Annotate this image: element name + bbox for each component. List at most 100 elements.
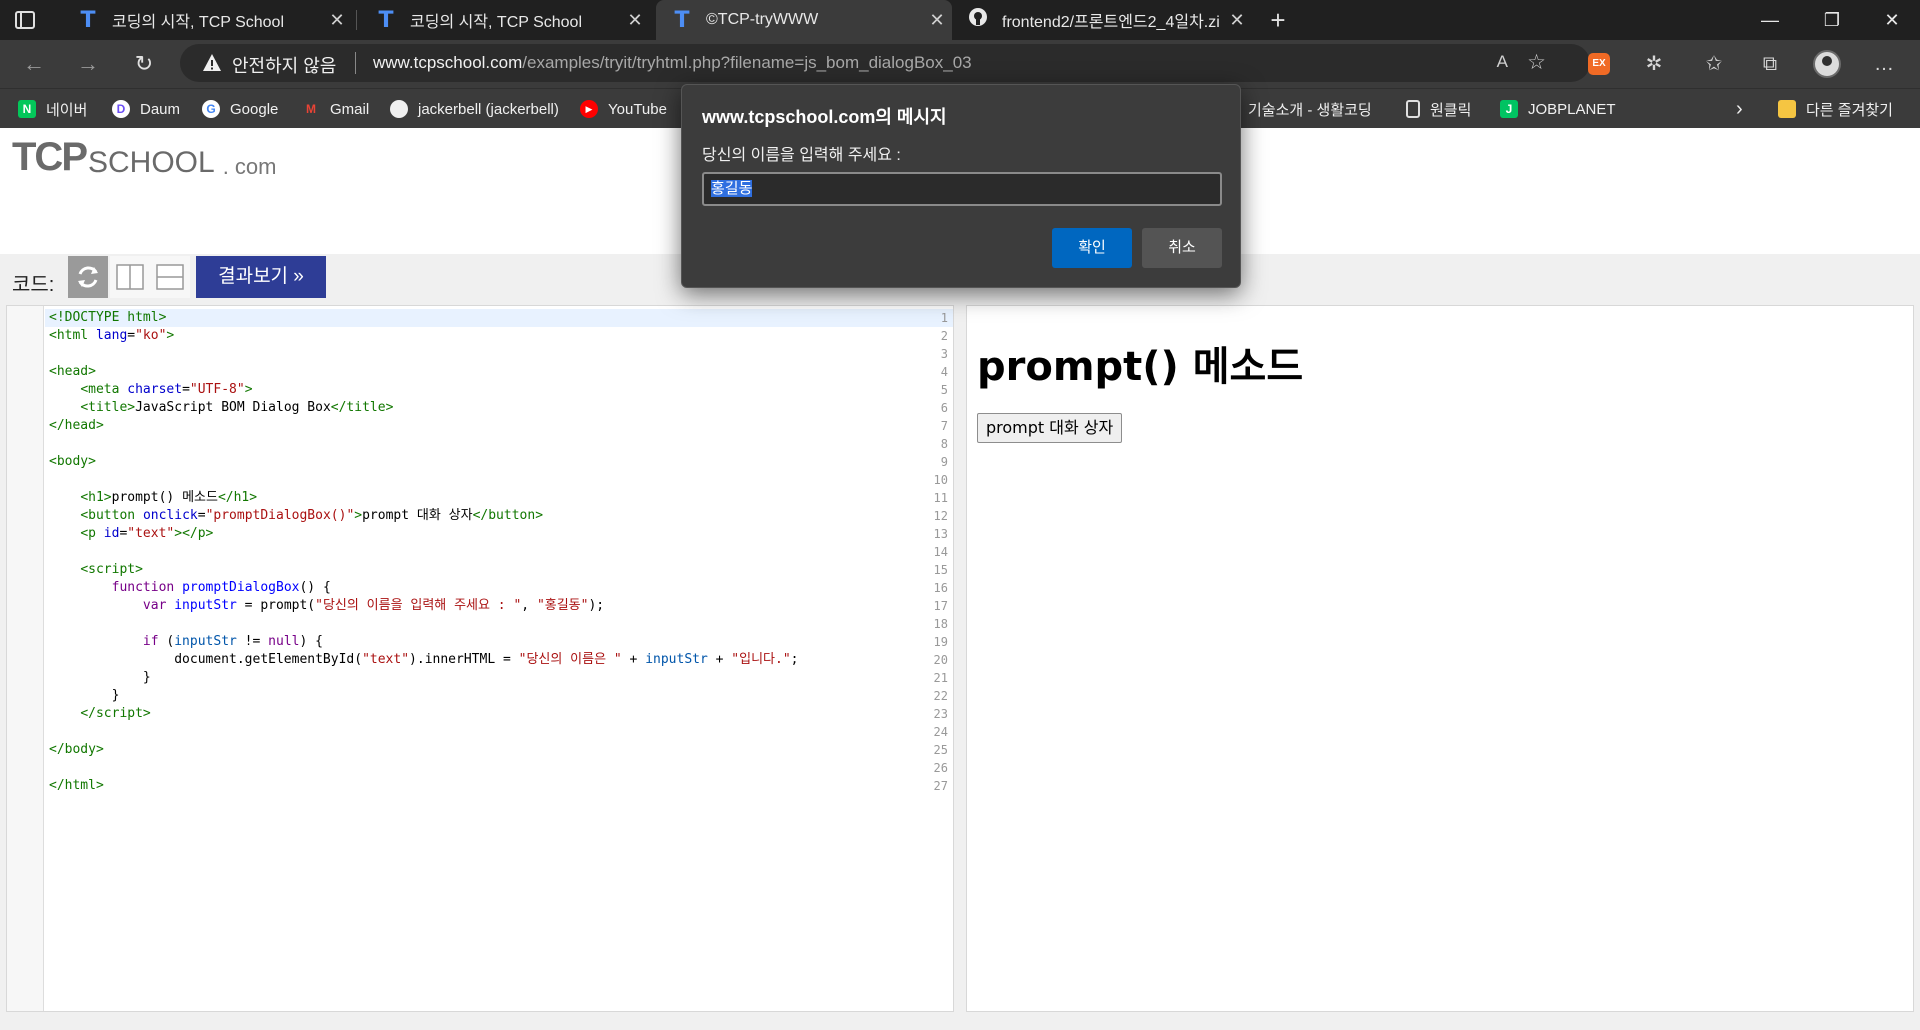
line-number: 1 [940,311,948,325]
page-icon [1406,100,1420,118]
warning-icon[interactable] [202,53,222,73]
preview-heading: prompt() 메소드 [977,344,1304,390]
restore-icon[interactable]: ❐ [1802,0,1862,40]
bookmark-other-favorites[interactable]: 다른 즐겨찾기 [1778,97,1893,121]
code-line[interactable]: <body> [49,453,96,471]
url-path: /examples/tryit/tryhtml.php?filename=js_… [522,53,972,72]
line-number: 22 [933,689,948,703]
tab-title: 코딩의 시작, TCP School [410,14,583,31]
favorites-icon[interactable]: ✩ [1700,50,1728,78]
more-menu-icon[interactable]: … [1870,50,1898,78]
dialog-ok-button[interactable]: 확인 [1052,228,1132,268]
bookmark-daum[interactable]: D Daum [112,97,180,121]
code-line[interactable]: <title>JavaScript BOM Dialog Box</title> [49,399,393,417]
jobplanet-icon: J [1500,100,1518,118]
browser-tab-2[interactable]: T 코딩의 시작, TCP School ✕ [360,0,650,40]
chevron-right-icon[interactable]: › [1736,97,1743,121]
prompt-dialog: www.tcpschool.com의 메시지 당신의 이름을 입력해 주세요 :… [681,84,1241,288]
bookmark-google[interactable]: G Google [202,97,278,121]
code-line[interactable]: } [49,687,120,705]
bookmark-jobplanet[interactable]: J JOBPLANET [1500,97,1616,121]
line-number: 11 [933,491,948,505]
bookmark-naver[interactable]: N 네이버 [18,97,87,121]
url-domain: www.tcpschool.com [373,53,523,72]
minimize-icon[interactable]: — [1740,0,1800,40]
vertical-split-button[interactable] [110,256,150,298]
tab-actions-icon[interactable] [14,10,36,30]
line-number: 23 [933,707,948,721]
close-tab-icon[interactable]: ✕ [620,10,650,31]
code-line[interactable]: <meta charset="UTF-8"> [49,381,252,399]
view-result-button[interactable]: 결과보기 » [196,256,326,298]
bookmark-youtube[interactable]: ▶ YouTube [580,97,667,121]
close-tab-icon[interactable]: ✕ [322,10,352,31]
line-number: 16 [933,581,948,595]
code-line[interactable]: <!DOCTYPE html> [49,309,166,327]
forward-arrow-icon[interactable]: → [72,48,104,80]
logo-school: SCHOOL [88,146,215,179]
line-number: 4 [940,365,948,379]
browser-tab-1[interactable]: T 코딩의 시작, TCP School ✕ [62,0,352,40]
browser-tab-3-active[interactable]: T ©TCP-tryWWW ✕ [656,0,952,40]
code-line[interactable]: <html lang="ko"> [49,327,174,345]
back-arrow-icon[interactable]: ← [18,48,50,80]
bookmark-gmail[interactable]: M Gmail [302,97,369,121]
tcpschool-logo[interactable]: TCP SCHOOL . com [12,135,277,180]
code-line[interactable]: } [49,669,151,687]
code-line[interactable]: </body> [49,741,104,759]
code-line[interactable]: </html> [49,777,104,795]
security-status[interactable]: 안전하지 않음 [232,52,336,78]
line-number: 21 [933,671,948,685]
browser-tab-4[interactable]: frontend2/프론트엔드2_4일차.zi ✕ [952,0,1252,40]
tab-title: 코딩의 시작, TCP School [112,14,285,31]
code-line[interactable]: function promptDialogBox() { [49,579,331,597]
dialog-name-input[interactable]: 홍길동 [702,172,1222,206]
bookmark-label: Google [230,100,279,118]
logo-dotcom: . com [222,154,277,179]
close-window-icon[interactable]: ✕ [1862,0,1920,40]
tab-divider [356,10,357,30]
refresh-code-button[interactable] [68,256,108,298]
bookmark-label: 다른 즐겨찾기 [1806,101,1893,119]
close-tab-icon[interactable]: ✕ [922,10,952,31]
reload-icon[interactable]: ↻ [128,48,160,80]
line-number: 25 [933,743,948,757]
dialog-title: www.tcpschool.com의 메시지 [702,107,947,127]
line-number: 10 [933,473,948,487]
extensions-puzzle-icon[interactable]: ✲ [1640,50,1668,78]
code-line[interactable]: </head> [49,417,104,435]
code-line[interactable]: document.getElementById("text").innerHTM… [49,651,798,669]
code-editor[interactable]: 1 2 3 4 5 6 7 8 9 10 11 12 13 14 15 16 17 18 19 20 21 22 23 24 2… [6,305,954,1012]
bookmark-label: Daum [140,100,181,118]
address-bar[interactable]: 안전하지 않음 www.tcpschool.com/examples/tryit… [180,44,1590,82]
url-text[interactable]: www.tcpschool.com/examples/tryit/tryhtml… [373,53,972,73]
code-line[interactable]: </script> [49,705,150,723]
browser-toolbar: ← → ↻ 안전하지 않음 www.tcpschool.com/examples… [0,40,1920,88]
read-aloud-icon[interactable]: A [1497,52,1508,72]
code-line[interactable]: <p id="text"></p> [49,525,213,543]
collections-icon[interactable]: ⧉ [1756,50,1784,78]
bookmark-github[interactable]: jackerbell (jackerbell) [390,97,559,121]
dialog-cancel-button[interactable]: 취소 [1142,228,1222,268]
profile-avatar[interactable] [1813,50,1841,78]
code-line[interactable]: <h1>prompt() 메소드</h1> [49,489,257,507]
prompt-dialog-button[interactable]: prompt 대화 상자 [977,413,1123,443]
new-tab-icon[interactable]: + [1262,4,1294,36]
horizontal-split-button[interactable] [150,256,190,298]
bookmark-saenghwalcoding[interactable]: 기술소개 - 생활코딩 [1248,97,1372,121]
extension-ex-icon[interactable]: EX [1588,53,1610,75]
line-number: 20 [933,653,948,667]
bookmark-oneclick[interactable]: 원클릭 [1406,97,1471,121]
tab-title: frontend2/프론트엔드2_4일차.zi [1002,14,1220,31]
code-line[interactable]: <head> [49,363,96,381]
dialog-input-value: 홍길동 [711,180,753,197]
code-line[interactable]: <button onclick="promptDialogBox()">prom… [49,507,543,525]
code-line[interactable]: if (inputStr != null) { [49,633,323,651]
code-line[interactable]: <script> [49,561,143,579]
daum-icon: D [112,100,130,118]
bookmark-label: jackerbell (jackerbell) [418,100,559,118]
code-line[interactable]: var inputStr = prompt("당신의 이름을 입력해 주세요 :… [49,597,604,615]
add-favorite-icon[interactable]: ☆ [1527,50,1546,75]
close-tab-icon[interactable]: ✕ [1222,10,1252,31]
tcp-t-icon: T [80,7,96,33]
